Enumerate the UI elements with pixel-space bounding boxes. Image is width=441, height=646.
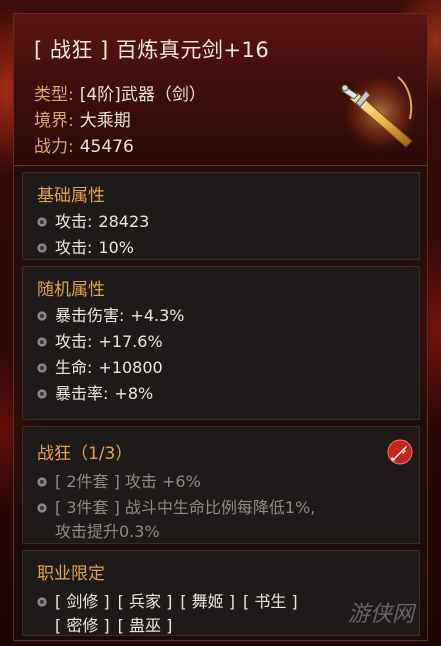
stat-value: 28423 [98,212,150,231]
set-bonus-text: [ 3件套 ] 战斗中生命比例每降低1%, [55,498,316,517]
stat-label: 生命: [55,358,93,377]
item-tooltip-card: [ 战狂 ] 百炼真元剑+16 类型: [4阶]武器（剑） 境界: 大乘期 战力: 4… [13,13,428,641]
stat-label: 攻击: [55,238,93,257]
base-stat-row: 攻击: 10% [37,234,134,258]
stat-label: 攻击: [55,212,93,231]
bullet-icon [37,310,47,321]
watermark-text: 游侠网 [348,602,415,627]
stat-value: 10% [98,238,134,257]
class-tag-row: [ 剑修 ] [ 兵家 ] [ 舞姬 ] [ 书生 ] [37,588,306,612]
class-tag: [ 舞姬 ] [180,592,236,611]
item-realm-row: 境界: 大乘期 [34,106,131,131]
stat-label: 攻击: [55,332,93,351]
set-bonus-title: 战狂（1/3） [37,444,133,464]
set-bonus-item: [ 3件套 ] 战斗中生命比例每降低1%, [37,494,315,518]
item-header: [ 战狂 ] 百炼真元剑+16 类型: [4阶]武器（剑） 境界: 大乘期 战力: 4… [14,14,427,166]
bullet-icon [37,388,47,399]
bullet-icon [37,362,47,373]
item-realm-label: 境界: [34,111,74,131]
stat-value: +8% [114,384,154,403]
base-attributes-section: 基础属性 攻击: 28423 攻击: 10% [22,172,420,260]
random-stat-row: 暴击率: +8% [37,380,153,404]
random-stat-row: 生命: +10800 [37,354,163,378]
stat-value: +17.6% [98,332,163,351]
stat-value: +4.3% [130,306,185,325]
class-tag-row: [ 密修 ] [ 蛊巫 ] [55,612,180,636]
item-title: [ 战狂 ] 百炼真元剑+16 [34,38,270,62]
sword-shield-badge-icon[interactable] [387,439,413,465]
class-tag: [ 蛊巫 ] [117,616,173,635]
set-bonus-item-continuation: 攻击提升0.3% [55,518,160,542]
item-type-row: 类型: [4阶]武器（剑） [34,80,206,105]
bullet-icon [37,242,47,253]
random-attributes-section: 随机属性 暴击伤害: +4.3% 攻击: +17.6% 生命: +10800 暴击率:… [22,266,420,420]
class-restriction-title: 职业限定 [37,564,105,584]
stat-label: 暴击率: [55,384,109,403]
item-realm-value: 大乘期 [79,111,131,131]
class-tag: [ 剑修 ] [55,592,110,611]
set-bonus-text: 攻击提升0.3% [55,522,160,541]
bullet-icon [37,476,47,487]
set-bonus-section: 战狂（1/3） [ 2件套 ] 攻击 +6% [ 3件套 ] 战斗中生命比例每降… [22,426,420,544]
random-stat-row: 攻击: +17.6% [37,328,163,352]
class-tag: [ 书生 ] [243,592,298,611]
set-bonus-text: [ 2件套 ] 攻击 +6% [55,472,201,491]
set-bonus-item: [ 2件套 ] 攻击 +6% [37,468,201,492]
bullet-icon [37,596,47,607]
class-tag: [ 兵家 ] [117,592,173,611]
class-tag: [ 密修 ] [55,616,110,635]
random-stat-row: 暴击伤害: +4.3% [37,302,184,326]
golden-sword-icon [337,70,423,156]
stat-value: +10800 [98,358,163,377]
item-power-label: 战力: [34,137,74,157]
bullet-icon [37,502,47,513]
item-type-value: [4阶]武器（剑） [79,85,206,105]
base-stat-row: 攻击: 28423 [37,208,149,232]
item-type-label: 类型: [34,85,74,105]
item-power-row: 战力: 45476 [34,132,134,157]
bullet-icon [37,216,47,227]
base-attributes-title: 基础属性 [37,186,105,206]
item-power-value: 45476 [79,137,134,157]
random-attributes-title: 随机属性 [37,280,105,300]
bullet-icon [37,336,47,347]
stat-label: 暴击伤害: [55,306,125,325]
